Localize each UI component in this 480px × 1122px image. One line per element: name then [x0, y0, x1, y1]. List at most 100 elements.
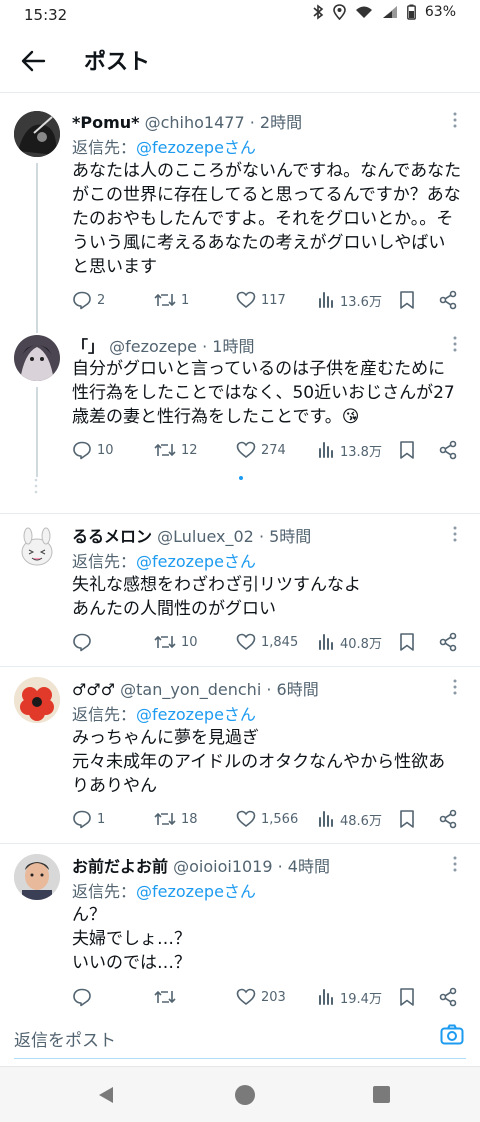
handle-and-time[interactable]: @fezozepe · 1時間	[109, 337, 254, 356]
battery-icon	[406, 4, 416, 20]
reply-mention-link[interactable]: @fezozepeさん	[136, 705, 256, 724]
like-button[interactable]: 1,566	[236, 809, 298, 829]
like-count: 1,566	[261, 811, 299, 827]
repost-button[interactable]	[154, 987, 181, 1007]
views-button[interactable]: 19.4万	[317, 987, 382, 1007]
views-button[interactable]: 13.8万	[317, 440, 382, 460]
views-count: 19.4万	[340, 991, 382, 1007]
bookmark-icon[interactable]	[398, 809, 416, 829]
display-name[interactable]: ♂♂♂	[72, 680, 115, 699]
more-options-icon[interactable]	[452, 525, 458, 543]
repost-icon	[154, 812, 176, 826]
avatar[interactable]	[14, 335, 60, 381]
bookmark-icon[interactable]	[398, 440, 416, 460]
post-item[interactable]: ♂♂♂ @tan_yon_denchi · 6時間 返信先：@fezozepeさ…	[0, 667, 480, 843]
views-count: 40.8万	[340, 636, 382, 652]
display-name[interactable]: お前だよお前	[72, 857, 168, 876]
handle-and-time[interactable]: @oioioi1019 · 4時間	[173, 857, 330, 876]
battery-percent: 63%	[424, 4, 456, 20]
views-button[interactable]: 40.8万	[317, 632, 382, 652]
bookmark-icon[interactable]	[398, 987, 416, 1007]
loading-indicator	[239, 476, 243, 480]
share-icon[interactable]	[438, 632, 458, 652]
more-options-icon[interactable]	[452, 678, 458, 696]
status-icons: 63%	[312, 4, 456, 20]
status-bar: 15:32 63%	[0, 0, 480, 30]
share-icon[interactable]	[438, 440, 458, 460]
bookmark-icon[interactable]	[398, 632, 416, 652]
post-item[interactable]: 「」 @fezozepe · 1時間 自分がグロいと言っているのは子供を産むため…	[0, 333, 480, 513]
reply-button[interactable]	[72, 632, 97, 652]
repost-count: 1	[181, 292, 190, 308]
views-chart-icon	[319, 292, 333, 308]
status-time: 15:32	[24, 6, 68, 24]
avatar[interactable]	[14, 677, 60, 723]
repost-button[interactable]: 10	[154, 632, 198, 652]
display-name[interactable]: *Pomu*	[72, 113, 140, 132]
like-button[interactable]: 274	[236, 440, 286, 460]
views-button[interactable]: 13.6万	[317, 290, 382, 310]
like-button[interactable]: 203	[236, 987, 286, 1007]
repost-count: 18	[181, 811, 198, 827]
post-header: *Pomu* @chiho1477 · 2時間	[72, 109, 302, 133]
nav-back-icon[interactable]	[96, 1085, 116, 1105]
repost-button[interactable]: 12	[154, 440, 198, 460]
views-button[interactable]: 48.6万	[317, 809, 382, 829]
reply-button[interactable]: 10	[72, 440, 114, 460]
views-count: 13.6万	[340, 294, 382, 310]
post-header: るるメロン @Luluex_02 · 5時間	[72, 523, 311, 547]
avatar[interactable]	[14, 111, 60, 157]
thread-line	[36, 387, 38, 477]
share-icon[interactable]	[438, 987, 458, 1007]
like-button[interactable]: 1,845	[236, 632, 298, 652]
heart-icon	[236, 633, 256, 651]
reply-button[interactable]: 2	[72, 290, 105, 310]
reply-input[interactable]: 返信をポスト	[14, 1026, 116, 1051]
avatar[interactable]	[14, 524, 60, 570]
repost-button[interactable]: 18	[154, 809, 198, 829]
more-options-icon[interactable]	[452, 335, 458, 353]
reply-icon	[73, 988, 91, 1007]
post-text: みっちゃんに夢を見過ぎ 元々未成年のアイドルのオタクなんやから性欲ありありやん	[72, 728, 446, 796]
post-item[interactable]: るるメロン @Luluex_02 · 5時間 返信先：@fezozepeさん 失…	[0, 514, 480, 666]
heart-icon	[236, 291, 256, 309]
display-name[interactable]: るるメロン	[72, 527, 152, 546]
handle-and-time[interactable]: @Luluex_02 · 5時間	[157, 527, 311, 546]
system-nav-bar	[0, 1066, 480, 1122]
reply-mention-link[interactable]: @fezozepeさん	[136, 138, 256, 157]
compose-underline	[14, 1058, 466, 1059]
repost-button[interactable]: 1	[154, 290, 189, 310]
repost-icon	[154, 293, 176, 307]
handle-and-time[interactable]: @chiho1477 · 2時間	[145, 113, 302, 132]
camera-icon[interactable]	[440, 1024, 464, 1046]
reply-mention-link[interactable]: @fezozepeさん	[136, 552, 256, 571]
post-item[interactable]: お前だよお前 @oioioi1019 · 4時間 返信先：@fezozepeさん…	[0, 844, 480, 1008]
more-options-icon[interactable]	[452, 855, 458, 873]
reply-button[interactable]: 1	[72, 809, 105, 829]
bookmark-icon[interactable]	[398, 290, 416, 310]
bluetooth-icon	[313, 4, 324, 20]
reply-button[interactable]	[72, 987, 97, 1007]
post-item[interactable]: *Pomu* @chiho1477 · 2時間 返信先：@fezozepeさん …	[0, 93, 480, 333]
repost-icon	[154, 990, 176, 1004]
views-chart-icon	[319, 989, 333, 1005]
reply-context: 返信先：@fezozepeさん	[72, 878, 256, 902]
views-count: 48.6万	[340, 813, 382, 829]
back-arrow-icon[interactable]	[18, 46, 48, 76]
reply-prefix: 返信先：	[72, 705, 137, 724]
share-icon[interactable]	[438, 290, 458, 310]
post-header: 「」 @fezozepe · 1時間	[72, 333, 254, 357]
nav-home-icon[interactable]	[235, 1085, 255, 1105]
post-header: ♂♂♂ @tan_yon_denchi · 6時間	[72, 676, 319, 700]
nav-recents-icon[interactable]	[373, 1086, 390, 1103]
reply-mention-link[interactable]: @fezozepeさん	[136, 882, 256, 901]
repost-icon	[154, 635, 176, 649]
handle-and-time[interactable]: @tan_yon_denchi · 6時間	[120, 680, 319, 699]
display-name[interactable]: 「」	[72, 337, 104, 356]
more-options-icon[interactable]	[452, 111, 458, 129]
reply-compose-bar[interactable]: 返信をポスト	[0, 1008, 480, 1066]
like-button[interactable]: 117	[236, 290, 286, 310]
avatar[interactable]	[14, 854, 60, 900]
share-icon[interactable]	[438, 809, 458, 829]
repost-count: 12	[181, 442, 198, 458]
